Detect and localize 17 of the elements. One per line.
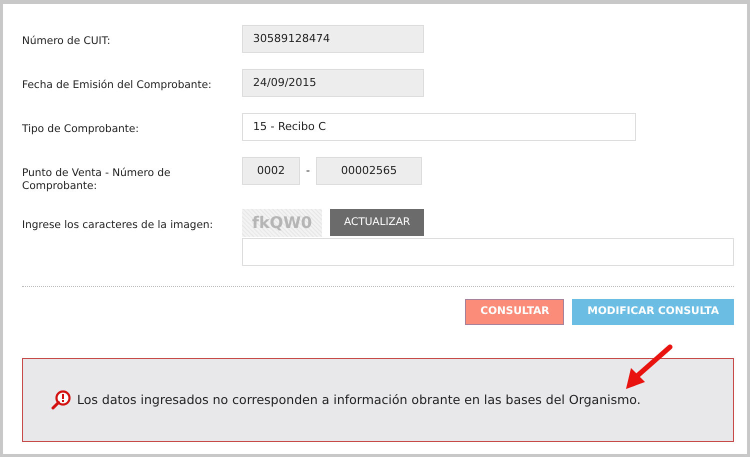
- readonly-field[interactable]: 0002: [242, 157, 300, 185]
- separator-text: -: [305, 162, 311, 179]
- field-label: Número de CUIT:: [22, 34, 112, 49]
- captcha-image: fkQW0: [242, 209, 322, 237]
- input-field[interactable]: [242, 238, 734, 266]
- input-field[interactable]: 15 - Recibo C: [242, 113, 636, 141]
- refresh-button[interactable]: ACTUALIZAR: [330, 209, 424, 236]
- arrow-annotation: [623, 344, 673, 392]
- field-label: Tipo de Comprobante:: [22, 122, 140, 137]
- field-label: Fecha de Emisión del Comprobante:: [22, 78, 213, 93]
- alert-message: Los datos ingresados no corresponden a información obrante en las bases del Organismo.: [77, 390, 641, 409]
- readonly-field[interactable]: 24/09/2015: [242, 69, 424, 97]
- field-label: Punto de Venta - Número de Comprobante:: [22, 166, 172, 194]
- readonly-field[interactable]: 30589128474: [242, 25, 424, 53]
- readonly-field[interactable]: 00002565: [316, 157, 422, 185]
- magnifier-alert-icon: [51, 390, 71, 410]
- field-label: Ingrese los caracteres de la imagen:: [22, 218, 214, 233]
